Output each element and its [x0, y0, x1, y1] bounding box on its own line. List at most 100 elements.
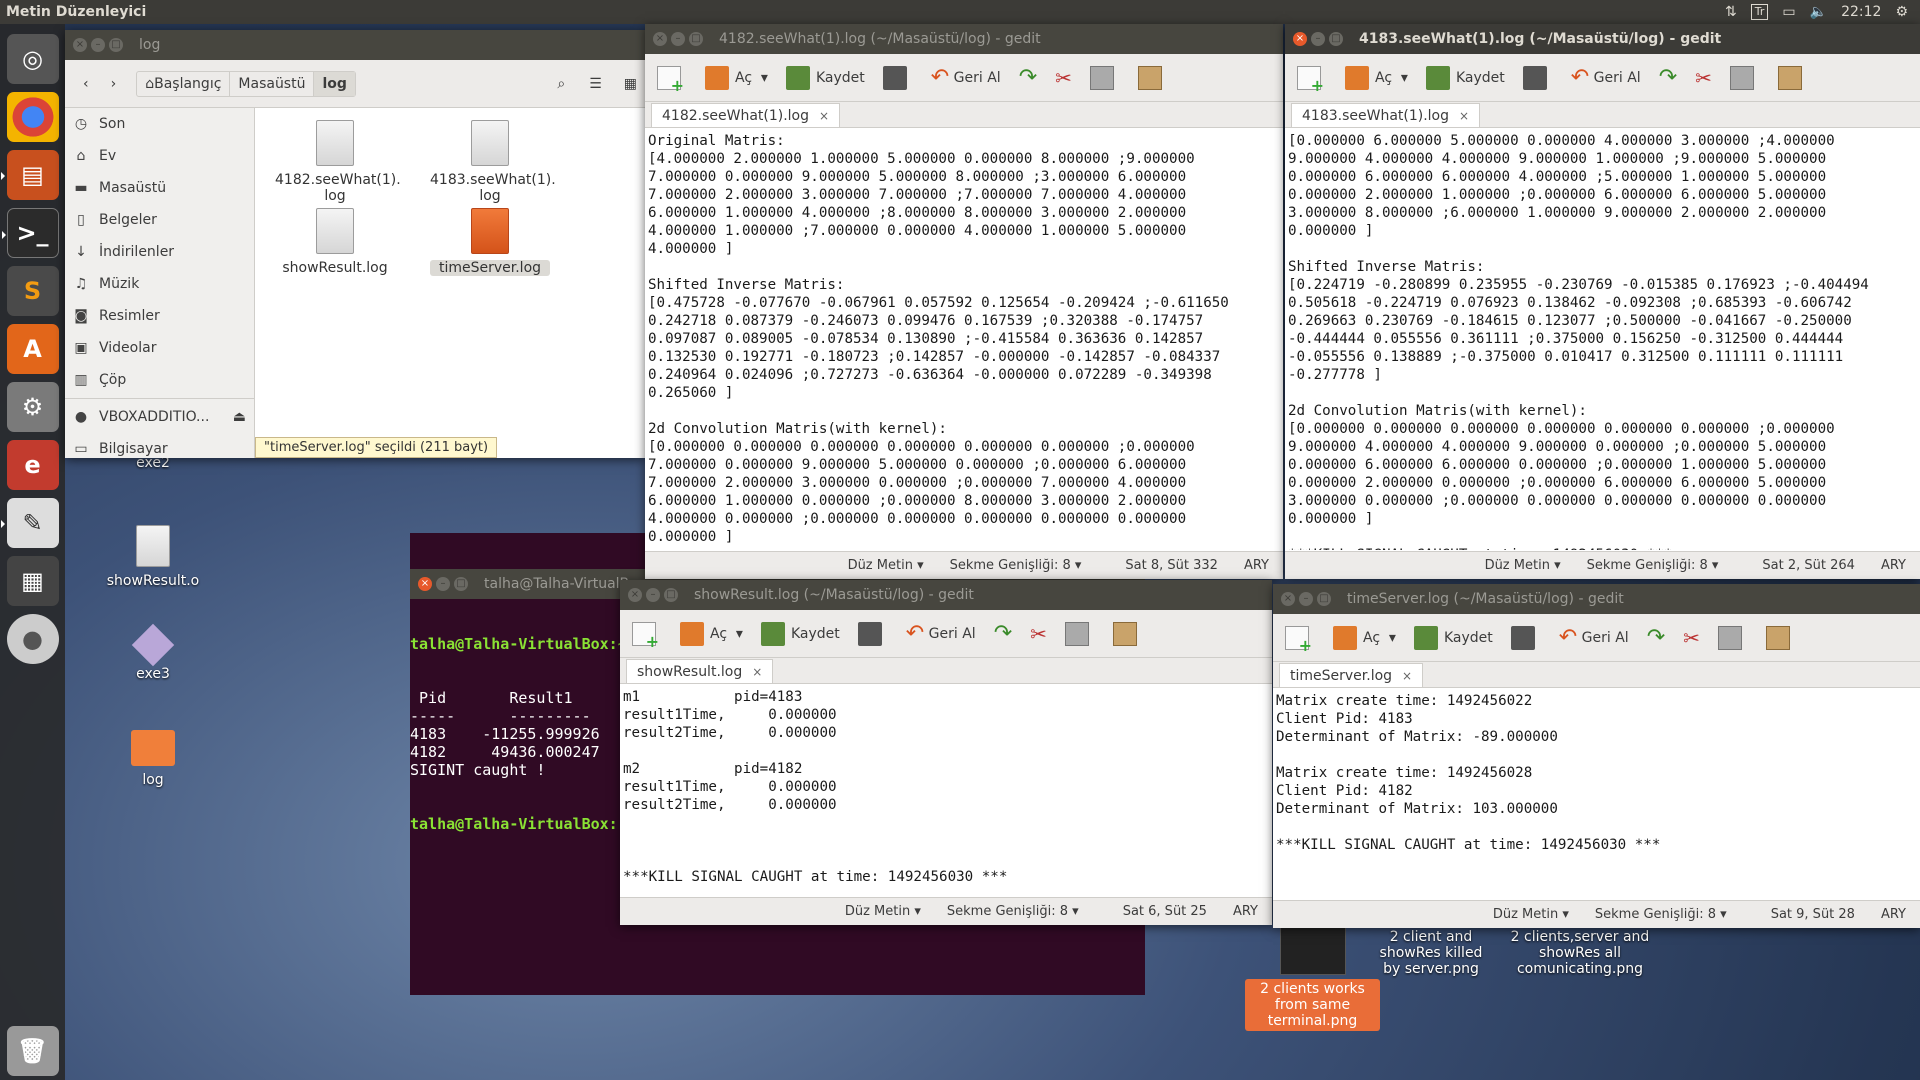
print-button[interactable] — [1522, 65, 1553, 90]
back-icon[interactable]: ‹ — [75, 76, 97, 92]
close-button[interactable]: × — [628, 588, 642, 602]
eject-icon[interactable]: ⏏ — [233, 409, 246, 425]
maximize-button[interactable]: □ — [689, 32, 703, 46]
tab-width-dropdown[interactable]: Sekme Genişliği: 8 ▾ — [1595, 907, 1727, 922]
sidebar-item-vbox[interactable]: ● VBOXADDITIO... ⏏ — [65, 401, 254, 433]
redo-icon[interactable]: ↷ — [1019, 65, 1037, 90]
desktop-thumb-3[interactable]: 2 clients,server and showRes all comunic… — [1500, 909, 1660, 977]
trash-icon[interactable]: 🗑 — [6, 1026, 59, 1077]
minimize-button[interactable]: – — [1299, 592, 1313, 606]
clock[interactable]: 22:12 — [1841, 4, 1881, 20]
syntax-mode-dropdown[interactable]: Düz Metin ▾ — [1485, 558, 1561, 573]
file-item-4183[interactable]: 4183.seeWhat(1). log — [430, 120, 556, 204]
copy-icon[interactable] — [1089, 65, 1114, 90]
document-viewer-icon[interactable]: e — [6, 440, 59, 491]
maximize-button[interactable]: □ — [1317, 592, 1331, 606]
settings-icon[interactable]: ⚙ — [6, 382, 59, 433]
sidebar-item-computer[interactable]: ▭ Bilgisayar — [65, 433, 254, 458]
syntax-mode-dropdown[interactable]: Düz Metin ▾ — [1493, 907, 1569, 922]
list-view-icon[interactable]: ☰ — [581, 76, 610, 92]
breadcrumb-desktop[interactable]: Masaüstü — [230, 71, 315, 96]
cut-icon[interactable]: ✂ — [1695, 66, 1712, 90]
text-editor-icon[interactable]: ✎ — [0, 498, 59, 549]
cut-icon[interactable]: ✂ — [1030, 622, 1047, 646]
software-center-icon[interactable]: A — [6, 324, 59, 375]
text-area[interactable]: m1 pid=4183 result1Time, 0.000000 result… — [620, 684, 1272, 896]
maximize-button[interactable]: □ — [1329, 32, 1343, 46]
tab-width-dropdown[interactable]: Sekme Genişliği: 8 ▾ — [1587, 558, 1719, 573]
undo-button[interactable]: ↶ Geri Al — [1571, 65, 1641, 90]
print-button[interactable] — [1510, 625, 1541, 650]
battery-icon[interactable]: ▭ — [1782, 4, 1795, 20]
close-button[interactable]: × — [1281, 592, 1295, 606]
text-area[interactable]: Original Matris: [4.000000 2.000000 1.00… — [645, 128, 1283, 550]
sidebar-item-music[interactable]: ♫ Müzik — [65, 268, 254, 300]
search-icon[interactable]: ⌕ — [547, 76, 575, 92]
minimize-button[interactable]: – — [646, 588, 660, 602]
close-tab-icon[interactable]: × — [1459, 109, 1469, 123]
file-item-4182[interactable]: 4182.seeWhat(1). log — [275, 120, 401, 204]
chrome-icon[interactable] — [6, 92, 59, 142]
forward-icon[interactable]: › — [103, 76, 125, 92]
ubuntu-home-icon[interactable]: ◎ — [6, 34, 59, 84]
terminal-icon[interactable]: >_ — [1, 208, 59, 259]
minimize-button[interactable]: – — [436, 577, 450, 591]
tab-width-dropdown[interactable]: Sekme Genişliği: 8 ▾ — [947, 904, 1079, 919]
print-button[interactable] — [882, 65, 913, 90]
open-button[interactable]: Aç ▾ — [1333, 625, 1396, 650]
insert-mode[interactable]: ARY — [1244, 558, 1269, 573]
new-document-button[interactable] — [1285, 625, 1315, 655]
save-button[interactable]: Kaydet — [760, 621, 840, 646]
maximize-button[interactable]: □ — [454, 577, 468, 591]
close-tab-icon[interactable]: × — [1402, 669, 1412, 683]
sidebar-item-videos[interactable]: ▣ Videolar — [65, 332, 254, 364]
redo-icon[interactable]: ↷ — [994, 621, 1012, 646]
workspaces-icon[interactable]: ▦ — [6, 556, 59, 607]
copy-icon[interactable] — [1729, 65, 1754, 90]
close-tab-icon[interactable]: × — [752, 665, 762, 679]
new-document-button[interactable] — [632, 621, 662, 651]
paste-icon[interactable] — [1112, 621, 1137, 646]
copy-icon[interactable] — [1717, 625, 1742, 650]
text-area[interactable]: [0.000000 6.000000 5.000000 0.000000 4.0… — [1285, 128, 1920, 550]
insert-mode[interactable]: ARY — [1233, 904, 1258, 919]
desktop-icon-showresult-o[interactable]: showResult.o — [98, 525, 208, 589]
save-button[interactable]: Kaydet — [1413, 625, 1493, 650]
desktop-icon-exe3[interactable]: exe3 — [98, 623, 208, 682]
sidebar-item-trash[interactable]: ▥ Çöp — [65, 364, 254, 396]
paste-icon[interactable] — [1765, 625, 1790, 650]
new-document-button[interactable] — [1297, 65, 1327, 95]
new-document-button[interactable] — [657, 65, 687, 95]
maximize-button[interactable]: □ — [109, 38, 123, 52]
open-button[interactable]: Aç ▾ — [705, 65, 768, 90]
paste-icon[interactable] — [1777, 65, 1802, 90]
sidebar-item-pictures[interactable]: ◙ Resimler — [65, 300, 254, 332]
network-icon[interactable]: ⇅ — [1725, 4, 1737, 20]
open-button[interactable]: Aç ▾ — [680, 621, 743, 646]
syntax-mode-dropdown[interactable]: Düz Metin ▾ — [845, 904, 921, 919]
minimize-button[interactable]: – — [671, 32, 685, 46]
close-button[interactable]: × — [73, 38, 87, 52]
desktop-icon-log-folder[interactable]: log — [98, 730, 208, 788]
desktop-thumb-2[interactable]: 2 client and showRes killed by server.pn… — [1372, 903, 1490, 977]
maximize-button[interactable]: □ — [664, 588, 678, 602]
files-icon[interactable]: ▤ — [0, 150, 59, 200]
desktop-thumb-1[interactable]: 2 clients works from same terminal.png — [1245, 925, 1380, 1031]
sidebar-item-recent[interactable]: ◷ Son — [65, 108, 254, 140]
redo-icon[interactable]: ↷ — [1659, 65, 1677, 90]
minimize-button[interactable]: – — [91, 38, 105, 52]
dvd-icon[interactable]: ● — [6, 614, 59, 665]
close-button[interactable]: × — [418, 577, 432, 591]
minimize-button[interactable]: – — [1311, 32, 1325, 46]
save-button[interactable]: Kaydet — [1425, 65, 1505, 90]
text-area[interactable]: Matrix create time: 1492456022 Client Pi… — [1273, 688, 1920, 900]
document-tab[interactable]: showResult.log × — [626, 659, 774, 683]
keyboard-indicator[interactable]: Tr — [1750, 4, 1769, 20]
sublime-icon[interactable]: S — [6, 266, 59, 317]
sidebar-item-home[interactable]: ⌂ Ev — [65, 140, 254, 172]
power-icon[interactable]: ⚙ — [1895, 4, 1908, 20]
document-tab[interactable]: timeServer.log × — [1279, 663, 1424, 687]
close-button[interactable]: × — [1293, 32, 1307, 46]
close-button[interactable]: × — [653, 32, 667, 46]
breadcrumb-log[interactable]: log — [314, 71, 355, 96]
